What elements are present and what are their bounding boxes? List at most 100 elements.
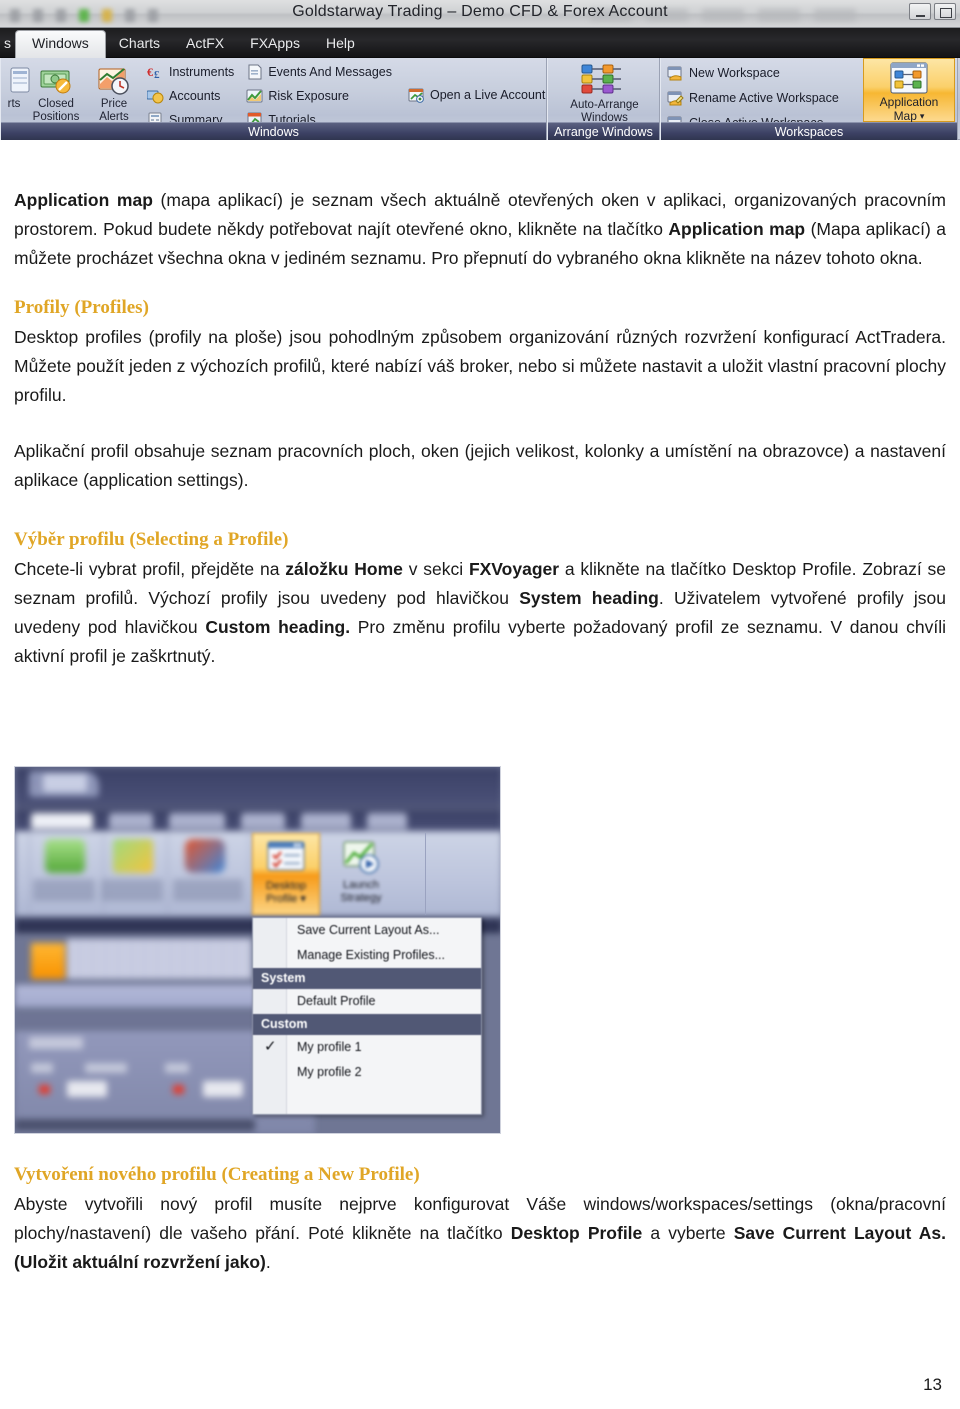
tab-apps	[367, 813, 407, 829]
paragraph-creating-new-profile: Abyste vytvořili nový profil musíte nejp…	[0, 1190, 960, 1277]
ribbon-item-events-and-messages[interactable]: Events And Messages	[246, 61, 392, 82]
chevron-down-icon[interactable]: ▾	[920, 109, 925, 123]
inline-bold: Custom heading.	[205, 617, 351, 637]
ribbon-tab-strip[interactable]: s Windows Charts ActFX FXApps Help	[0, 28, 960, 59]
minimize-button[interactable]	[909, 3, 931, 20]
app-logo-inner	[43, 774, 87, 792]
label-line-1: Launch	[342, 879, 380, 891]
menu-item-label: Manage Existing Profiles...	[297, 948, 445, 962]
inline-bold: Desktop Profile	[510, 1223, 643, 1243]
application-map-icon	[889, 62, 929, 95]
ribbon-button-label: Auto-Arrange	[570, 99, 639, 111]
svg-text:€: €	[147, 65, 153, 79]
tab-accounts	[169, 813, 225, 829]
quotes-grid	[67, 939, 252, 979]
document-body-lower: Vytvoření nového profilu (Creating a New…	[0, 1162, 960, 1277]
ribbon-button-closed-positions[interactable]: Closed Positions	[27, 60, 85, 124]
cell-chip	[85, 1063, 127, 1073]
status-bar	[15, 1119, 255, 1131]
menu-item-label: My profile 1	[297, 1040, 362, 1054]
ribbon-divider	[103, 833, 104, 915]
ribbon-button-label: Price	[100, 98, 128, 110]
auto-arrange-icon	[579, 63, 631, 97]
ribbon-group-workspaces: New Workspace Rename Active Workspace Ap…	[660, 58, 958, 140]
document-body: Application map (mapa aplikací) je sezna…	[0, 168, 960, 671]
label-line-2: Strategy	[340, 892, 382, 904]
ribbon-item-label: Accounts	[169, 88, 221, 103]
desktop-profile-dropdown-menu[interactable]: Save Current Layout As... Manage Existin…	[252, 917, 482, 1115]
menu-item-label: Save Current Layout As...	[297, 923, 440, 937]
ribbon-button-launch-strategy[interactable]: Launch Strategy	[327, 833, 395, 915]
menu-header-label: Custom	[261, 1017, 308, 1031]
desktop-profile-label: Desktop Profile ▾	[253, 880, 319, 906]
menu-item-default-profile[interactable]: Default Profile	[253, 989, 481, 1014]
tab-tools	[241, 813, 285, 829]
heading-vytvoreni-noveho-profilu: Vytvoření nového profilu (Creating a New…	[14, 1164, 420, 1185]
money-icon	[39, 64, 73, 96]
ribbon-item-accounts[interactable]: Accounts	[146, 85, 234, 106]
ribbon-divider	[249, 833, 250, 915]
icon-label	[101, 879, 163, 901]
ribbon-item-risk-exposure[interactable]: Risk Exposure	[246, 85, 392, 106]
menu-item-my-profile-1[interactable]: ✓ My profile 1	[253, 1035, 481, 1060]
ribbon-item-label: Open a Live Account	[430, 87, 546, 102]
menu-item-my-profile-2[interactable]: My profile 2	[253, 1060, 481, 1085]
status-dot-red	[173, 1085, 184, 1094]
app-tab-strip	[15, 811, 500, 831]
actrader-ribbon-screenshot: Goldstarway Trading – Demo CFD & Forex A…	[0, 0, 960, 168]
chart-icon	[113, 839, 153, 873]
ribbon-button-auto-arrange-windows[interactable]: Auto-Arrange Windows	[548, 58, 661, 125]
tab-windows[interactable]: Windows	[15, 30, 106, 59]
ribbon-button-price-alerts[interactable]: Price Alerts	[85, 60, 143, 124]
cell-chip	[31, 1063, 53, 1073]
menu-item-label: Default Profile	[297, 994, 376, 1008]
menu-header-custom: Custom	[253, 1014, 481, 1035]
ribbon-group-label-workspaces: Workspaces	[661, 122, 957, 140]
tab-charts[interactable]: Charts	[106, 31, 173, 58]
cell-chip	[165, 1063, 189, 1073]
risk-chart-icon	[246, 88, 263, 104]
inline-text: .	[265, 1252, 271, 1272]
heading-profily: Profily (Profiles)	[14, 297, 149, 318]
ribbon-button-label2: Map	[893, 109, 917, 123]
ribbon-button-label: Closed	[38, 98, 74, 110]
title-bar: Goldstarway Trading – Demo CFD & Forex A…	[0, 0, 960, 28]
ribbon-small-column-1: € £ Instruments Accounts Summary	[146, 61, 234, 130]
ribbon-body: rts Closed Positions Price Alerts € £ In…	[0, 58, 960, 140]
ribbon-button-label: Application	[879, 95, 939, 109]
ribbon-item-rename-active-workspace[interactable]: Rename Active Workspace	[667, 87, 839, 108]
ribbon-button-desktop-profile[interactable]: Desktop Profile ▾	[252, 833, 320, 915]
status-dot-red	[39, 1085, 50, 1094]
tab-trade	[109, 813, 153, 829]
ribbon-item-instruments[interactable]: € £ Instruments	[147, 61, 234, 82]
panel-label-chip	[29, 1037, 83, 1049]
ribbon-item-new-workspace[interactable]: New Workspace	[667, 62, 839, 83]
tab-actfx[interactable]: ActFX	[173, 31, 237, 58]
ribbon-button-application-map[interactable]: Application Map ▾	[863, 58, 955, 123]
ribbon-item-open-a-live-account[interactable]: Open a Live Account	[408, 84, 545, 105]
tab-windows	[301, 813, 351, 829]
ribbon-group-windows: rts Closed Positions Price Alerts € £ In…	[0, 58, 547, 140]
inline-bold: System heading	[519, 588, 659, 608]
live-account-icon	[408, 87, 425, 103]
rename-workspace-icon	[667, 90, 684, 106]
heading-vyber-profilu: Výběr profilu (Selecting a Profile)	[14, 529, 289, 550]
window-control-buttons[interactable]	[909, 3, 956, 20]
restore-button[interactable]	[934, 3, 956, 20]
chevron-down-icon[interactable]: ▾	[300, 893, 306, 905]
menu-item-manage-existing-profiles[interactable]: Manage Existing Profiles...	[253, 943, 481, 968]
inline-bold: Application map	[14, 190, 153, 210]
tab-clipped[interactable]: s	[2, 31, 15, 58]
checkmark-icon: ✓	[264, 1038, 277, 1055]
menu-item-save-current-layout-as[interactable]: Save Current Layout As...	[253, 918, 481, 943]
menu-header-label: System	[261, 971, 306, 985]
instruments-icon	[185, 839, 225, 873]
orange-cell-highlight	[31, 943, 65, 979]
tab-fxapps[interactable]: FXApps	[237, 31, 313, 58]
ribbon-button-clipped[interactable]: rts	[1, 60, 30, 111]
price-alert-icon	[97, 64, 131, 96]
ribbon-small-column-3: Open a Live Account	[408, 84, 545, 105]
tab-help[interactable]: Help	[313, 31, 368, 58]
paragraph-selecting-profile: Chcete-li vybrat profil, přejděte na zál…	[0, 555, 960, 671]
ribbon-button-label: rts	[7, 98, 21, 110]
